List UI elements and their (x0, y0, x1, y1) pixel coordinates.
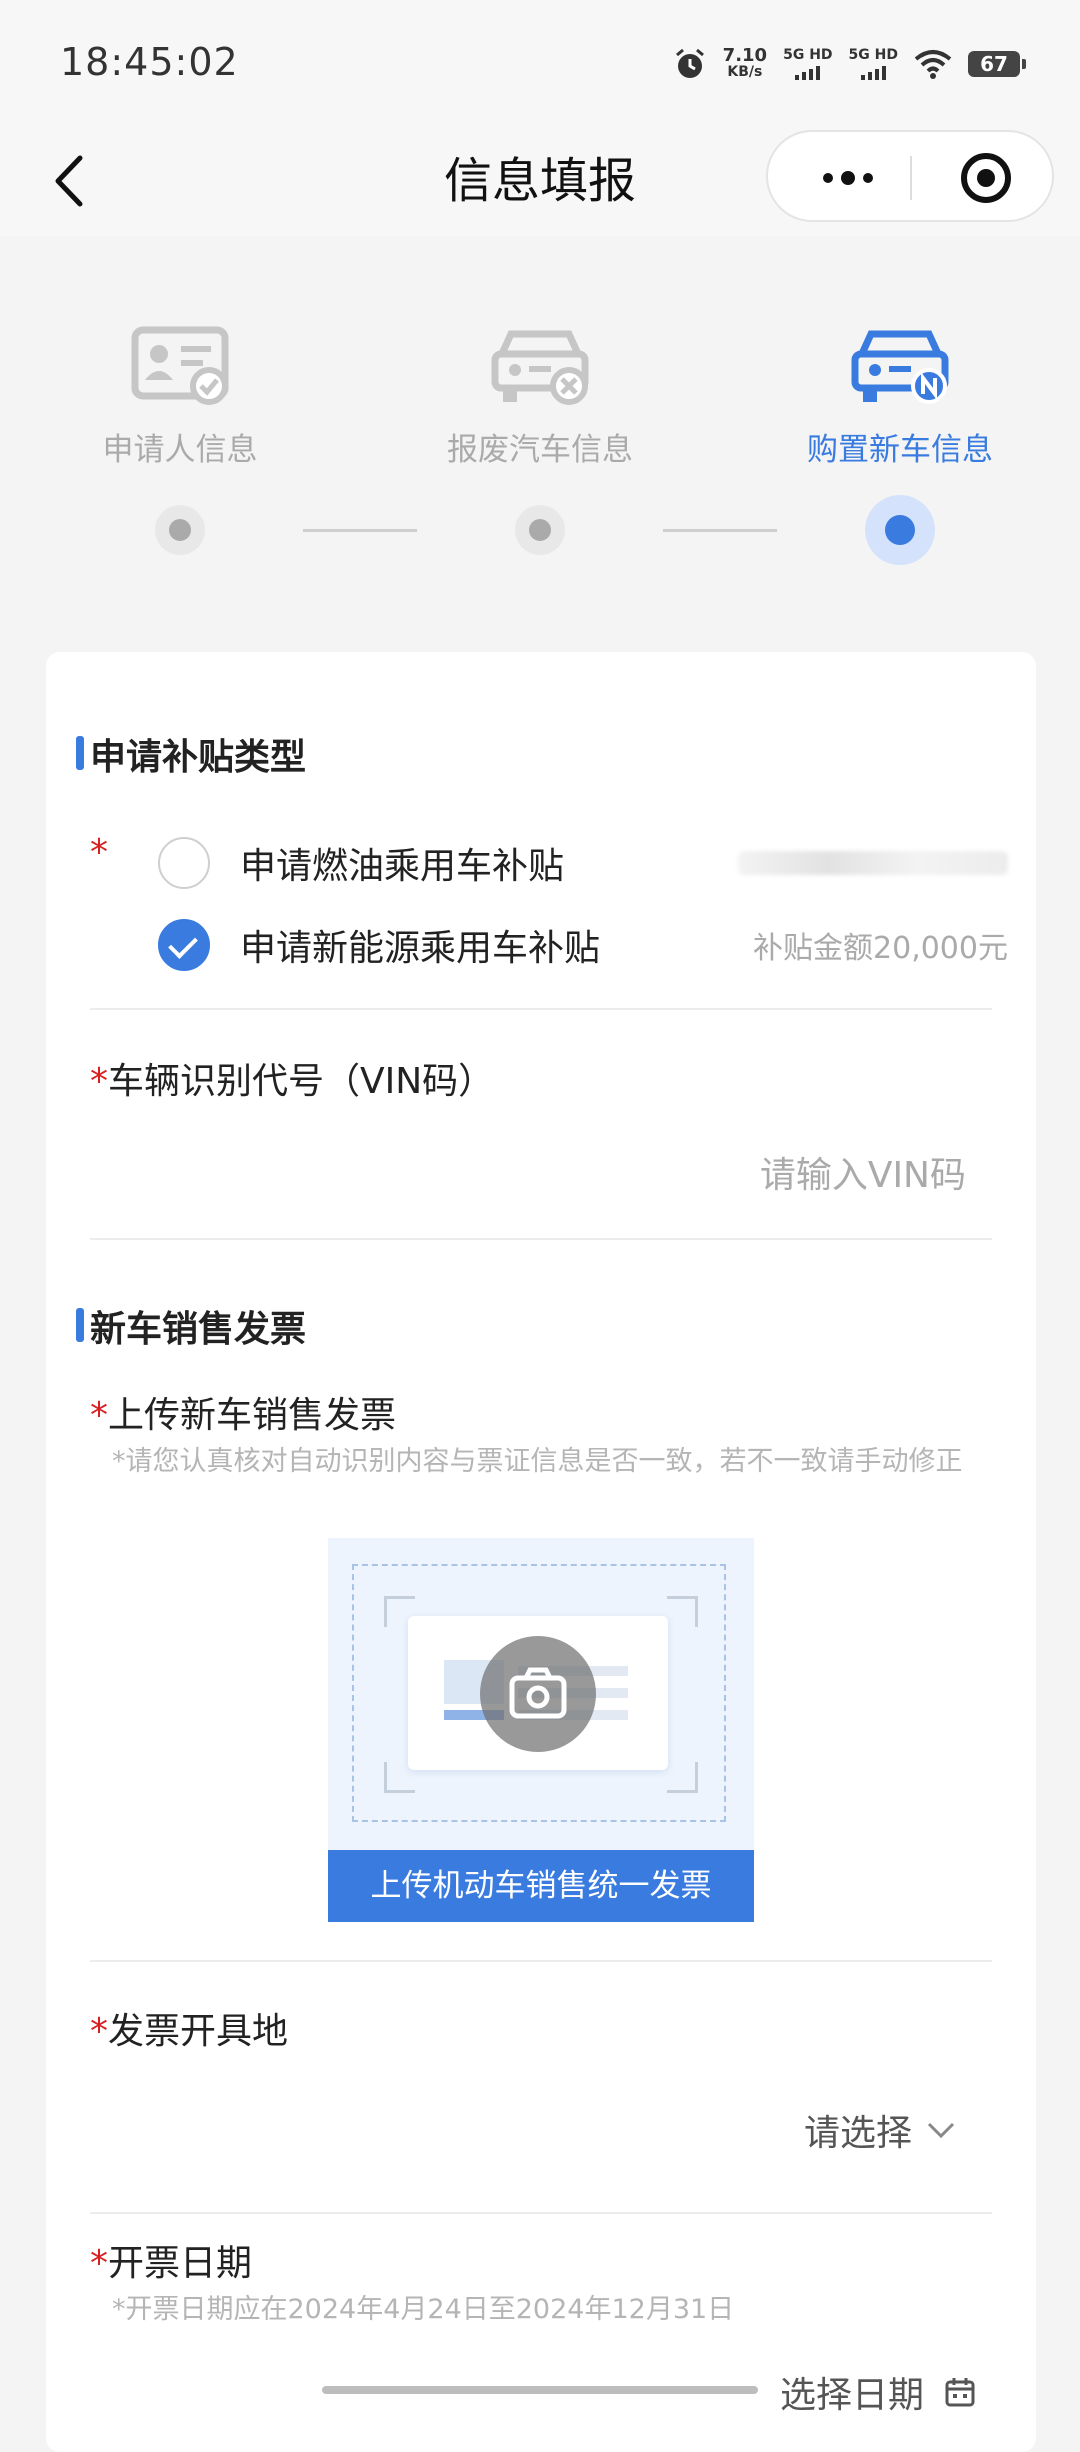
step-connector (303, 529, 417, 532)
miniprogram-capsule (766, 130, 1054, 222)
step-label: 报废汽车信息 (447, 432, 633, 468)
wifi-icon (914, 50, 952, 79)
divider (90, 1960, 992, 1962)
step-label: 申请人信息 (102, 432, 258, 468)
step-connector (663, 529, 777, 532)
sim1-label: 5G HD (783, 47, 833, 63)
invoice-place-label-text: 发票开具地 (108, 2011, 289, 2052)
radio-label: 申请燃油乘用车补贴 (240, 846, 565, 887)
select-placeholder: 请选择 (803, 2113, 912, 2154)
subsidy-amount: 补贴金额20,000元 (753, 931, 1008, 966)
required-mark: * (90, 1395, 108, 1436)
step-dot-2 (515, 505, 565, 555)
camera-icon[interactable] (480, 1636, 596, 1752)
progress-steps: 申请人信息 报废汽车信息 购置新车信息 (0, 320, 1080, 580)
upload-invoice-label-text: 上传新车销售发票 (108, 1395, 397, 1436)
divider (90, 1008, 992, 1010)
car-n-icon (851, 330, 949, 404)
speed-value: 7.10 (722, 45, 768, 66)
divider (90, 1238, 992, 1240)
invoice-hint: *请您认真核对自动识别内容与票证信息是否一致，若不一致请手动修正 (112, 1446, 963, 1477)
status-icons: 7.10 KB/s 5G HD 5G HD 67 (673, 44, 1026, 84)
required-mark: * (90, 2243, 108, 2284)
status-time: 18:45:02 (60, 40, 239, 84)
upload-invoice-button[interactable]: 上传机动车销售统一发票 (328, 1850, 754, 1922)
network-speed: 7.10 KB/s (723, 47, 767, 81)
required-mark: * (90, 1061, 108, 1102)
home-indicator (322, 2386, 758, 2394)
step-applicant-info: 申请人信息 (50, 320, 310, 469)
vin-label: *车辆识别代号（VIN码） (90, 1052, 494, 1104)
signal-bars-icon (860, 64, 886, 80)
radio-button-checked[interactable] (158, 919, 210, 971)
divider (90, 2212, 992, 2214)
invoice-date-picker[interactable]: 选择日期 (780, 2366, 976, 2418)
sim2-label: 5G HD (848, 47, 898, 63)
invoice-date-label: *开票日期 (90, 2234, 252, 2286)
status-bar: 18:45:02 7.10 KB/s 5G HD 5G HD 67 (0, 0, 1080, 130)
invoice-date-label-text: 开票日期 (108, 2243, 253, 2284)
invoice-date-hint: *开票日期应在2024年4月24日至2024年12月31日 (112, 2294, 735, 2325)
battery-icon: 67 (968, 51, 1026, 77)
id-card-check-icon (131, 326, 229, 405)
step-new-car-info: 购置新车信息 (770, 320, 1030, 469)
capsule-divider (910, 156, 912, 200)
blurred-amount (738, 851, 1008, 875)
upload-invoice-label: *上传新车销售发票 (90, 1386, 396, 1438)
step-scrap-car-info: 报废汽车信息 (410, 320, 670, 469)
step-dot-1 (155, 505, 205, 555)
required-mark: * (90, 832, 108, 873)
date-placeholder: 选择日期 (779, 2375, 924, 2416)
required-mark: * (90, 2011, 108, 2052)
radio-button[interactable] (158, 837, 210, 889)
radio-fuel-subsidy[interactable]: 申请燃油乘用车补贴 (158, 828, 1008, 898)
vin-input[interactable]: 请输入VIN码 (760, 1146, 966, 1198)
speed-unit: KB/s (727, 64, 763, 80)
radio-nev-subsidy[interactable]: 申请新能源乘用车补贴 补贴金额20,000元 (158, 910, 1008, 980)
invoice-upload-area[interactable]: 上传机动车销售统一发票 (328, 1538, 754, 1922)
more-menu-button[interactable] (808, 158, 888, 198)
nav-bar: 信息填报 (0, 130, 1080, 236)
close-target-icon[interactable] (960, 152, 1012, 204)
step-label: 购置新车信息 (807, 432, 993, 468)
signal-bars-icon (795, 64, 821, 80)
scan-corner (667, 1762, 698, 1793)
step-dot-3-active (865, 495, 935, 565)
calendar-icon (945, 2378, 975, 2407)
invoice-place-label: *发票开具地 (90, 2002, 288, 2054)
chevron-down-icon (927, 2122, 955, 2139)
section-title-subsidy: 申请补贴类型 (75, 728, 306, 780)
signal-sim2: 5G HD (849, 48, 898, 80)
scan-corner (667, 1596, 698, 1627)
form-card: 申请补贴类型 * 申请燃油乘用车补贴 申请新能源乘用车补贴 补贴金额20,000… (46, 652, 1036, 2452)
signal-sim1: 5G HD (783, 47, 833, 80)
invoice-place-select[interactable]: 请选择 (804, 2104, 956, 2156)
alarm-icon (675, 48, 704, 78)
section-title-invoice: 新车销售发票 (75, 1300, 306, 1352)
vin-label-text: 车辆识别代号（VIN码） (108, 1061, 495, 1102)
car-x-icon (491, 330, 589, 405)
radio-label: 申请新能源乘用车补贴 (240, 928, 601, 969)
